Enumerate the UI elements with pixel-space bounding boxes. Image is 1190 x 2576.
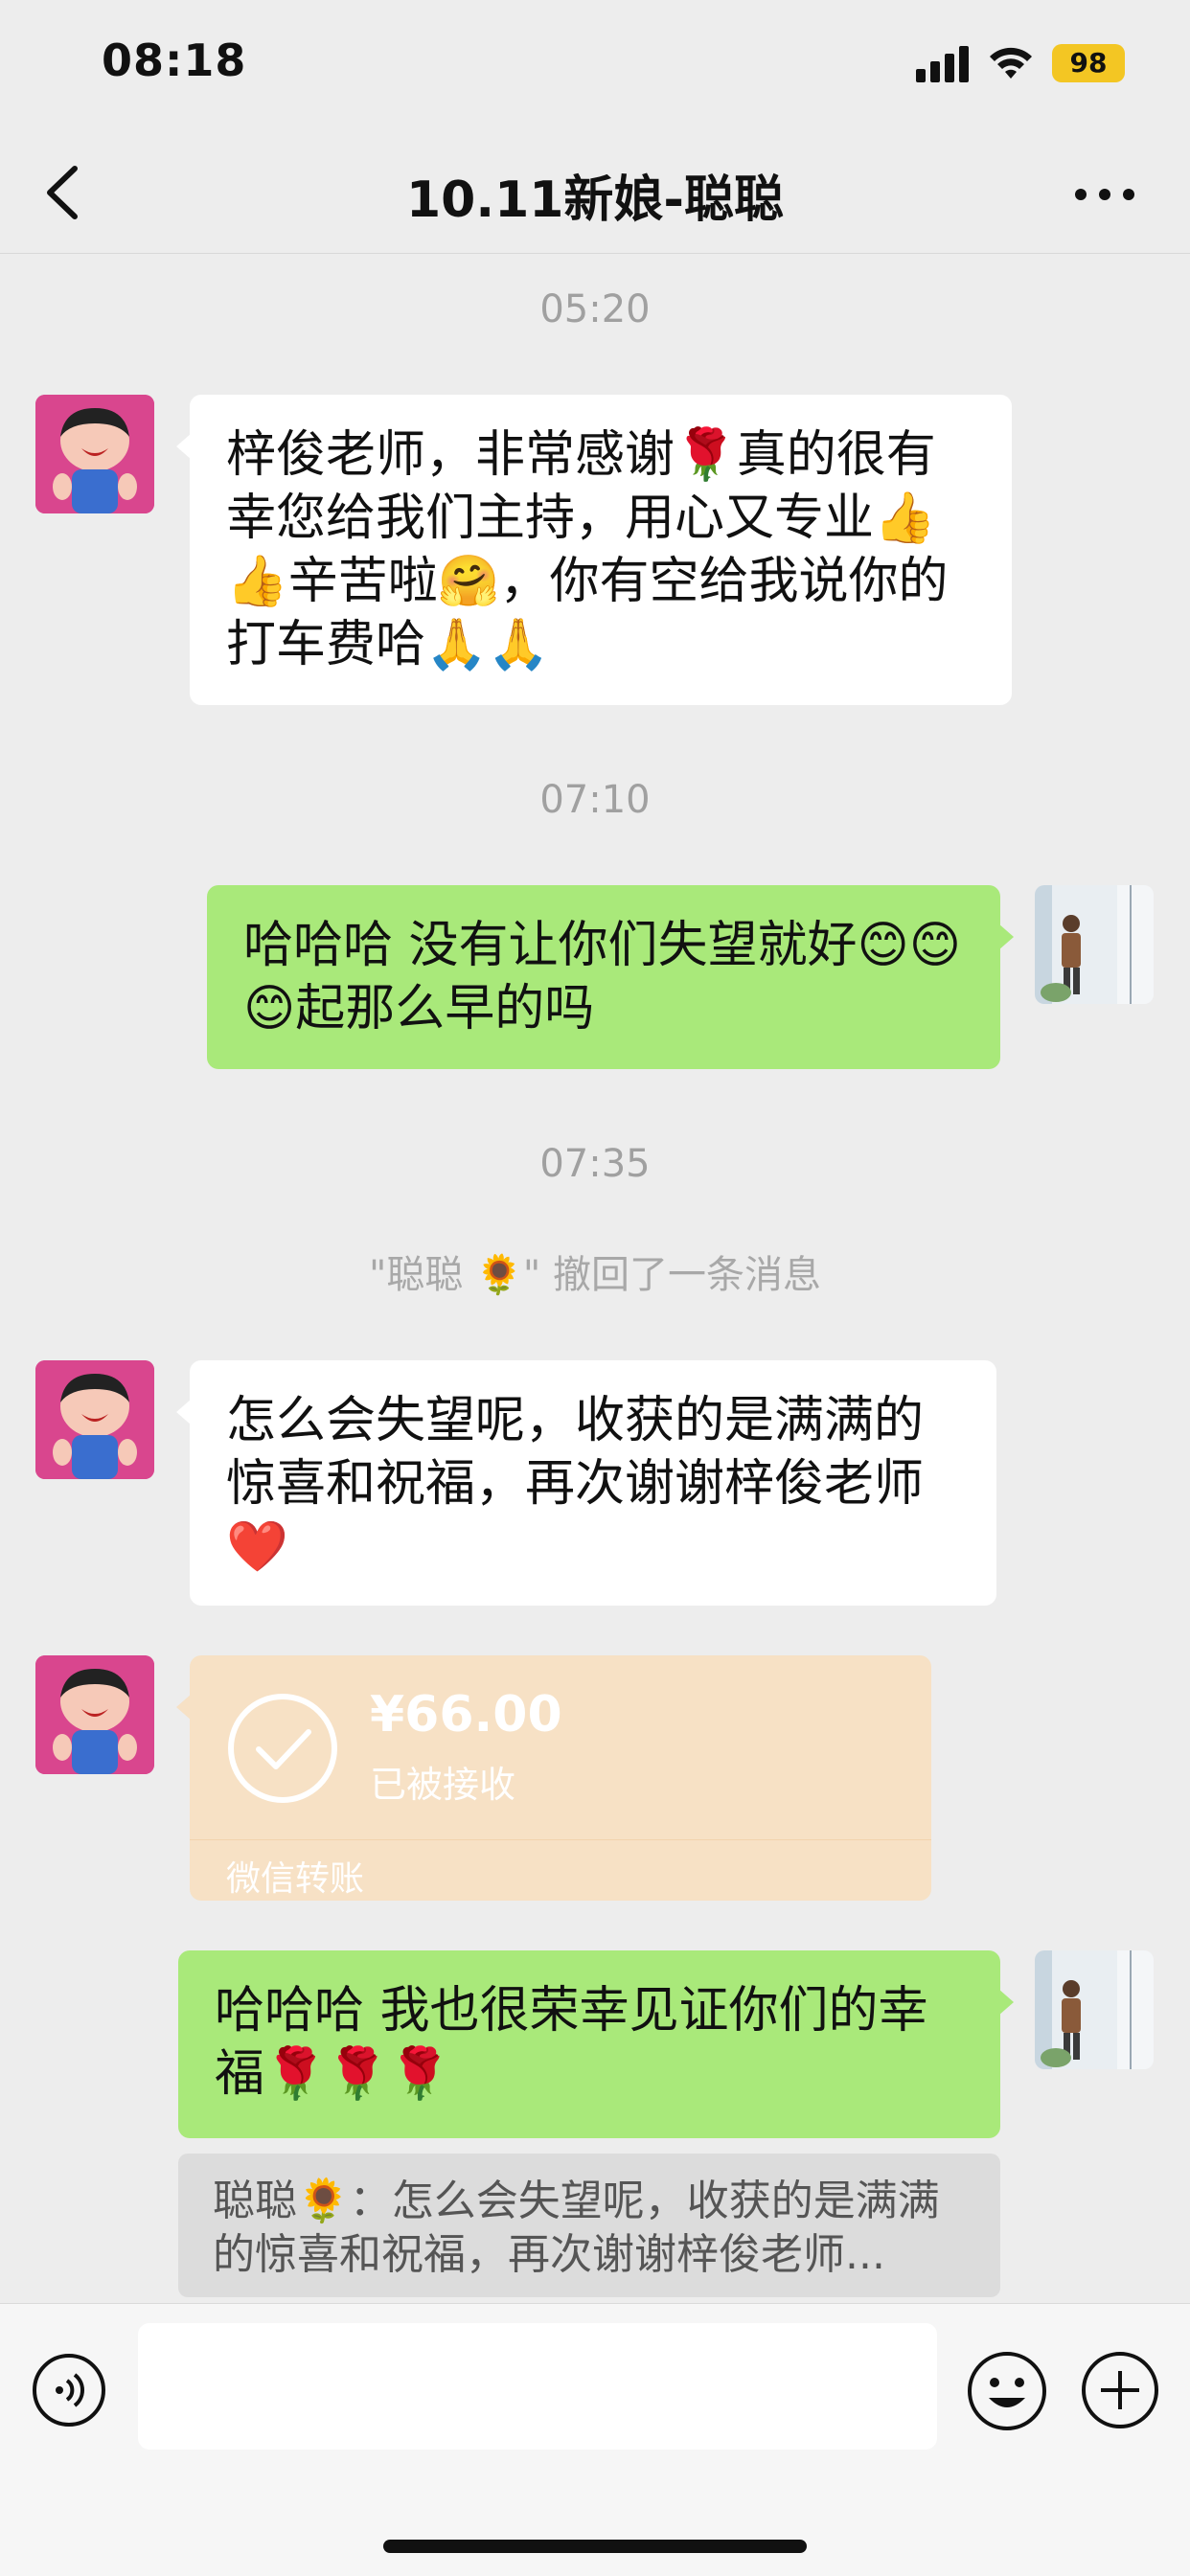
timestamp: 07:35 (539, 1142, 651, 1186)
message-bubble-received[interactable]: 梓俊老师，非常感谢🌹真的很有幸您给我们主持，用心又专业👍👍辛苦啦🤗，你有空给我说… (176, 395, 1012, 705)
plus-icon[interactable] (1080, 2350, 1160, 2430)
chat-header: 10.11新娘-聪聪 (0, 134, 1190, 254)
avatar-self[interactable] (1035, 1950, 1154, 2069)
person-photo-icon (1035, 1950, 1154, 2069)
message-bubble-sent[interactable]: 哈哈哈 没有让你们失望就好😊😊😊起那么早的吗 (207, 885, 1014, 1069)
cartoon-girl-icon (35, 395, 154, 513)
message-bubble-sent[interactable]: 哈哈哈 我也很荣幸见证你们的幸福🌹🌹🌹 (178, 1950, 1014, 2138)
wifi-icon (990, 47, 1032, 79)
transfer-label: 微信转账 (226, 1859, 365, 1899)
timestamp: 07:10 (539, 778, 651, 822)
home-indicator (383, 2540, 807, 2553)
divider (190, 1839, 931, 1840)
voice-icon[interactable] (31, 2352, 107, 2428)
avatar-contact[interactable] (35, 1360, 154, 1479)
avatar-self[interactable] (1035, 885, 1154, 1004)
cartoon-girl-icon (35, 1655, 154, 1774)
message-input[interactable] (138, 2323, 937, 2450)
check-circle-icon (228, 1694, 337, 1803)
transfer-amount: ¥66.00 (370, 1686, 562, 1744)
message-bubble-received[interactable]: 怎么会失望呢，收获的是满满的惊喜和祝福，再次谢谢梓俊老师❤️ (176, 1360, 996, 1606)
signal-icon (916, 46, 970, 82)
quoted-message[interactable]: 聪聪🌻：怎么会失望呢，收获的是满满的惊喜和祝福，再次谢谢梓俊老师... (178, 2154, 1000, 2297)
transfer-card[interactable]: ¥66.00 已被接收 微信转账 (176, 1655, 931, 1901)
input-bar (0, 2303, 1190, 2576)
avatar-contact[interactable] (35, 395, 154, 513)
timestamp: 05:20 (539, 287, 651, 331)
transfer-status: 已被接收 (370, 1764, 516, 1806)
cartoon-girl-icon (35, 1360, 154, 1479)
status-bar: 08:18 98 (0, 0, 1190, 134)
more-dots-icon[interactable] (1073, 180, 1136, 209)
battery-indicator: 98 (1052, 44, 1125, 82)
person-photo-icon (1035, 885, 1154, 1004)
chat-title: 10.11新娘-聪聪 (405, 171, 785, 229)
emoji-icon[interactable] (966, 2350, 1048, 2432)
recall-notice: "聪聪 🌻" 撤回了一条消息 (368, 1253, 822, 1297)
avatar-contact[interactable] (35, 1655, 154, 1774)
status-time: 08:18 (102, 34, 247, 86)
